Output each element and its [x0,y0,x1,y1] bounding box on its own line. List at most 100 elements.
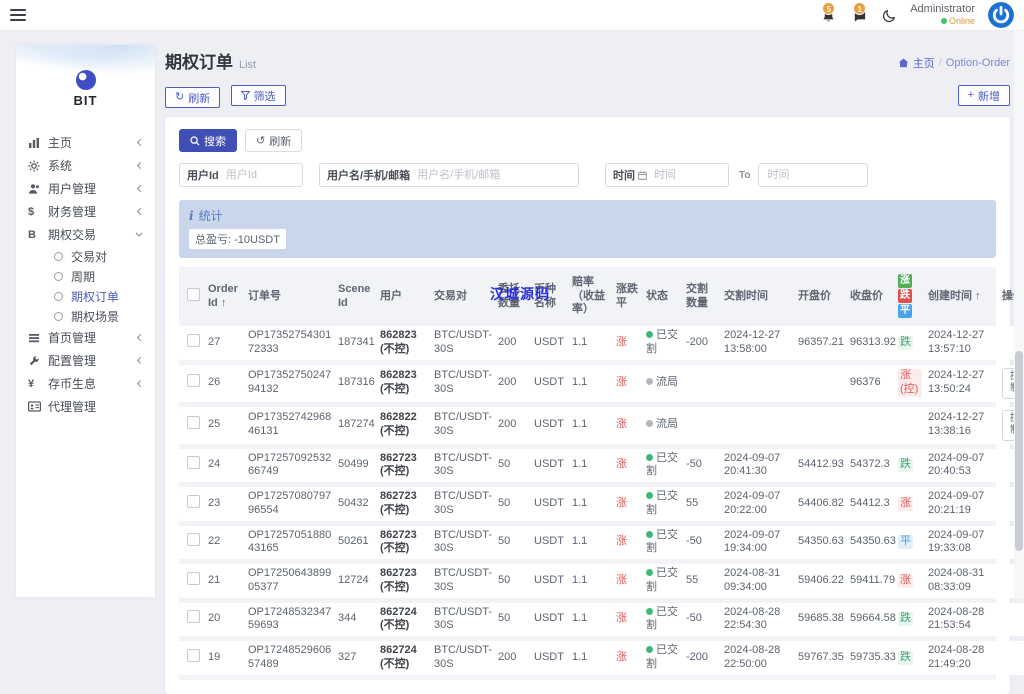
row-checkbox[interactable] [187,572,200,585]
row-checkbox[interactable] [187,649,200,662]
user-name-input[interactable] [417,164,567,186]
cell-order-no: OP1725705188043165 [245,526,335,560]
cell-amount: 200 [495,407,531,444]
table-section: Order Id ↑ 订单号 Scene Id 用户 交易对 委托数量 币种名称… [179,267,996,680]
cell-settle-time: 2024-08-31 09:34:00 [721,564,795,598]
undo-icon: ↺ [256,134,265,147]
user-avatar[interactable] [988,2,1014,28]
user-id-label: 用户Id [180,167,226,183]
table-row: 23 OP1725708079796554 50432 862723(不控) B… [179,487,1024,521]
sidebar-subitem-option-orders[interactable]: 期权订单 [16,286,155,306]
cell-open-price: 59406.22 [795,564,847,598]
sidebar-subitem-trading-pairs[interactable]: 交易对 [16,246,155,266]
sidebar-subitem-period[interactable]: 周期 [16,266,155,286]
cell-created: 2024-09-07 20:40:53 [925,449,999,483]
add-button[interactable]: +新增 [958,85,1010,106]
cell-order-id: 27 [205,326,245,360]
cell-odds: 1.1 [569,407,613,444]
user-info[interactable]: Administrator Online [910,3,975,27]
cell-scene-id: 344 [335,603,377,637]
sidebar-item-users[interactable]: 用户管理 [16,177,155,200]
cell-pair: BTC/USDT-30S [431,526,495,560]
refresh-button[interactable]: ↻刷新 [165,87,220,108]
chevron-icon [137,162,144,169]
search-button[interactable]: 搜索 [179,129,237,152]
sidebar-item-agent-mgmt[interactable]: 代理管理 [16,395,155,418]
cell-settle-time: 2024-09-07 20:41:30 [721,449,795,483]
time-end-input[interactable] [758,163,868,187]
sidebar-item-coin-interest[interactable]: ¥ 存币生息 [16,372,155,395]
cell-select [179,326,205,360]
cell-coin: USDT [531,407,569,444]
col-header-order-id[interactable]: Order Id ↑ [205,272,245,321]
cell-settle-amount: 55 [683,564,721,598]
cell-odds: 1.1 [569,641,613,675]
col-header-created[interactable]: 创建时间 ↑ [925,272,999,321]
row-checkbox[interactable] [187,610,200,623]
sidebar-item-home[interactable]: 主页 [16,131,155,154]
cell-created: 2024-12-27 13:57:10 [925,326,999,360]
cell-select [179,487,205,521]
cell-status: 已交割 [643,487,683,521]
cell-direction: 涨 [613,526,643,560]
cell-user: 862723(不控) [377,449,431,483]
row-checkbox[interactable] [187,374,200,387]
message-center[interactable]: 1 [851,6,869,24]
select-all-checkbox[interactable] [187,288,200,301]
cell-coin: USDT [531,326,569,360]
sidebar-item-system[interactable]: 系统 [16,154,155,177]
sidebar-item-finance[interactable]: $ 财务管理 [16,200,155,223]
table-row: 27 OP1735275430172333 187341 862823(不控) … [179,326,1024,360]
cell-order-id: 23 [205,487,245,521]
legend-down: 跌 [898,289,912,303]
user-id-input[interactable] [226,164,292,186]
scrollbar-thumb[interactable] [1015,351,1023,551]
sidebar-subitem-option-scenes[interactable]: 期权场景 [16,306,155,326]
radio-icon [54,312,63,321]
col-header-user: 用户 [377,272,431,321]
notification-bell[interactable]: 5 [820,6,838,24]
orders-card: 搜索 ↺刷新 用户Id 用户名/手机/邮箱 时间 To i统计 [165,117,1010,694]
col-header-settle-time: 交割时间 [721,272,795,321]
cell-odds: 1.1 [569,487,613,521]
row-checkbox[interactable] [187,416,200,429]
row-checkbox[interactable] [187,533,200,546]
breadcrumb-home[interactable]: 主页 [913,55,935,71]
cell-created: 2024-12-27 13:38:16 [925,407,999,444]
dark-mode-toggle[interactable] [882,8,897,23]
breadcrumb: 主页 / Option-Order [898,55,1010,71]
col-header-pair: 交易对 [431,272,495,321]
reset-button[interactable]: ↺刷新 [245,129,302,152]
cell-settle-time: 2024-08-28 22:50:00 [721,641,795,675]
cell-order-no: OP1724852960657489 [245,641,335,675]
sidebar-item-config-mgmt[interactable]: 配置管理 [16,349,155,372]
cell-select [179,603,205,637]
row-checkbox[interactable] [187,456,200,469]
row-checkbox[interactable] [187,495,200,508]
cell-pair: BTC/USDT-30S [431,407,495,444]
cell-settle-amount [683,407,721,444]
row-checkbox[interactable] [187,334,200,347]
cell-odds: 1.1 [569,326,613,360]
cell-actions [999,641,1024,675]
col-header-odds: 赔率（收益率） [569,272,613,321]
menu-toggle-icon[interactable] [10,9,26,21]
time-start-input[interactable] [654,164,716,186]
user-name: Administrator [910,3,975,16]
cell-scene-id: 50499 [335,449,377,483]
filter-button[interactable]: 筛选 [231,85,286,106]
cell-direction: 涨 [613,449,643,483]
sidebar-item-options-trading[interactable]: B 期权交易 [16,223,155,246]
table-row: 25 OP1735274296846131 187274 862822(不控) … [179,407,1024,444]
cell-order-id: 19 [205,641,245,675]
chevron-icon [137,139,144,146]
gear-icon [28,160,48,172]
user-name-field-group: 用户名/手机/邮箱 [319,163,579,187]
cell-amount: 50 [495,526,531,560]
radio-icon [54,272,63,281]
cell-close-price: 96376 [847,365,895,402]
cell-order-id: 25 [205,407,245,444]
plus-icon: + [968,90,974,101]
cell-result: 跌 [895,641,925,675]
sidebar-item-homepage-mgmt[interactable]: 首页管理 [16,326,155,349]
